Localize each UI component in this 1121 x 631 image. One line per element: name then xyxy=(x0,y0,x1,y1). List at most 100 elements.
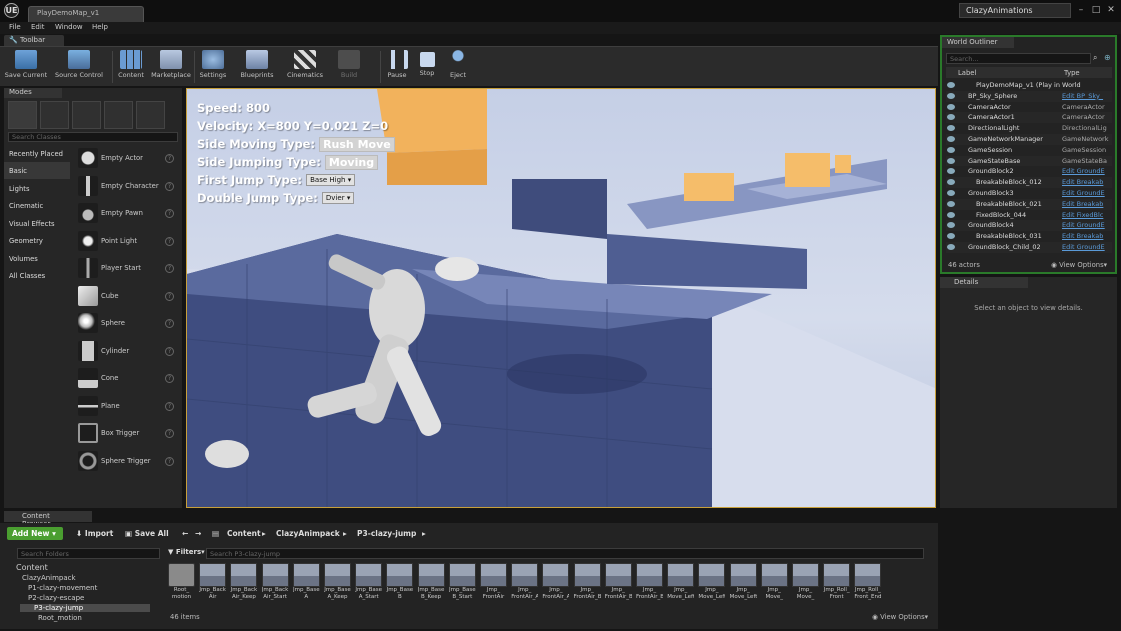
filters-button[interactable]: ▼ Filters▾ xyxy=(168,548,205,556)
category-recently-placed[interactable]: Recently Placed xyxy=(4,145,70,162)
folder-tile[interactable]: Root_ motion xyxy=(168,563,195,609)
category-geometry[interactable]: Geometry xyxy=(4,232,70,249)
animation-asset-tile[interactable]: Jmp_ Move_Left xyxy=(667,563,695,609)
place-point-light[interactable]: Point Light? xyxy=(74,228,180,255)
save-all-button[interactable]: ▣ Save All xyxy=(125,529,169,538)
eye-icon[interactable] xyxy=(947,244,955,250)
help-icon[interactable]: ? xyxy=(165,429,174,438)
column-type[interactable]: Type xyxy=(1064,69,1080,77)
outliner-row[interactable]: GroundBlock3 Edit GroundE xyxy=(946,188,1112,199)
outliner-view-options[interactable]: ◉ View Options▾ xyxy=(1051,261,1107,269)
actor-type[interactable]: Edit BP_Sky_ xyxy=(1062,92,1103,100)
pause-button[interactable]: Pause xyxy=(384,50,410,85)
animation-asset-tile[interactable]: Jmp_ FrontAir_A xyxy=(511,563,539,609)
stop-button[interactable]: Stop xyxy=(414,50,440,85)
side-jumping-button[interactable]: Moving xyxy=(324,154,379,170)
tree-p2-clazy-escape[interactable]: P2-clazy-escape xyxy=(28,594,84,602)
outliner-row[interactable]: GameSession GameSession xyxy=(946,145,1112,156)
place-player-start[interactable]: Player Start? xyxy=(74,255,180,282)
double-jump-dropdown[interactable]: Dvier ▾ xyxy=(321,192,355,204)
outliner-search-input[interactable]: Search... xyxy=(946,53,1091,64)
eye-icon[interactable] xyxy=(947,103,955,110)
first-jump-dropdown[interactable]: Base High ▾ xyxy=(306,174,356,186)
geometry-mode-icon[interactable] xyxy=(136,101,165,129)
modes-tab[interactable]: Modes xyxy=(4,88,62,98)
animation-asset-tile[interactable]: Jmp_ Move_Left xyxy=(698,563,726,609)
animation-asset-tile[interactable]: Jmp_Roll_ Front_End xyxy=(854,563,882,609)
animation-asset-tile[interactable]: Jmp_ FrontAir xyxy=(480,563,507,609)
animation-asset-tile[interactable]: Jmp_Base A_Start xyxy=(355,563,383,609)
cinematics-button[interactable]: Cinematics xyxy=(286,50,324,85)
eye-icon[interactable] xyxy=(947,211,955,218)
place-cone[interactable]: Cone? xyxy=(74,365,180,392)
animation-asset-tile[interactable]: Jmp_Base A xyxy=(292,563,320,609)
outliner-row[interactable]: GroundBlock2 Edit GroundE xyxy=(946,166,1112,177)
category-basic[interactable]: Basic xyxy=(4,162,70,179)
outliner-row[interactable]: GameNetworkManager GameNetwork xyxy=(946,134,1112,145)
asset-search-input[interactable]: Search P3-clazy-jump xyxy=(206,548,924,559)
eye-icon[interactable] xyxy=(947,168,955,175)
content-button[interactable]: Content xyxy=(116,50,146,85)
help-icon[interactable]: ? xyxy=(165,154,174,163)
place-sphere-trigger[interactable]: Sphere Trigger? xyxy=(74,448,180,475)
help-icon[interactable]: ? xyxy=(165,402,174,411)
outliner-row[interactable]: BreakableBlock_021 Edit Breakab xyxy=(946,198,1112,210)
actor-type[interactable]: Edit FixedBlc xyxy=(1062,211,1103,219)
eye-icon[interactable] xyxy=(947,179,955,186)
actor-type[interactable]: Edit Breakab xyxy=(1062,232,1103,240)
menu-file[interactable]: File xyxy=(9,23,21,31)
cb-view-options[interactable]: ◉ View Options▾ xyxy=(872,613,928,621)
breadcrumb-clazyanimpack[interactable]: ClazyAnimpack xyxy=(276,529,340,538)
eye-icon[interactable] xyxy=(947,222,955,229)
animation-asset-tile[interactable]: Jmp_Base B xyxy=(386,563,414,609)
animation-asset-tile[interactable]: Jmp_ FrontAir_A xyxy=(542,563,570,609)
outliner-row[interactable]: CameraActor CameraActor xyxy=(946,102,1112,113)
search-classes-input[interactable]: Search Classes xyxy=(8,132,178,142)
outliner-row[interactable]: GroundBlock_Child_02 Edit GroundE xyxy=(946,242,1112,253)
blueprints-button[interactable]: Blueprints xyxy=(238,50,276,85)
tree-p3-clazy-jump[interactable]: P3-clazy-jump xyxy=(20,604,150,612)
eye-icon[interactable] xyxy=(947,200,955,207)
animation-asset-tile[interactable]: Jmp_ Move_ xyxy=(792,563,819,609)
content-browser-tab[interactable]: Content Browser xyxy=(4,511,92,528)
menu-window[interactable]: Window xyxy=(55,23,83,31)
eye-icon[interactable] xyxy=(947,233,955,240)
place-sphere[interactable]: Sphere? xyxy=(74,310,180,337)
help-icon[interactable]: ? xyxy=(165,374,174,383)
settings-button[interactable]: Settings xyxy=(198,50,228,85)
add-new-button[interactable]: Add New ▾ xyxy=(7,527,63,540)
outliner-row[interactable]: BreakableBlock_012 Edit Breakab xyxy=(946,177,1112,188)
eye-icon[interactable] xyxy=(947,157,955,164)
help-icon[interactable]: ? xyxy=(165,182,174,191)
landscape-mode-icon[interactable] xyxy=(72,101,101,129)
tree-clazyanimpack[interactable]: ClazyAnimpack xyxy=(22,574,76,582)
folder-search-input[interactable]: Search Folders xyxy=(17,548,160,559)
actor-type[interactable]: Edit GroundE xyxy=(1062,243,1105,251)
category-cinematic[interactable]: Cinematic xyxy=(4,197,70,214)
actor-type[interactable]: Edit Breakab xyxy=(1062,200,1103,208)
paint-mode-icon[interactable] xyxy=(40,101,69,129)
eject-button[interactable]: Eject xyxy=(444,50,472,85)
eye-icon[interactable] xyxy=(947,82,955,88)
animation-asset-tile[interactable]: Jmp_Base B_Keep xyxy=(417,563,445,609)
help-icon[interactable]: ? xyxy=(165,237,174,246)
tree-p1-clazy-movement[interactable]: P1-clazy-movement xyxy=(28,584,97,592)
category-visual-effects[interactable]: Visual Effects xyxy=(4,215,70,232)
actor-type[interactable]: Edit Breakab xyxy=(1062,178,1103,186)
help-icon[interactable]: ? xyxy=(165,209,174,218)
animation-asset-tile[interactable]: Jmp_Roll_ Front xyxy=(823,563,851,609)
eye-icon[interactable] xyxy=(947,92,955,99)
history-back-icon[interactable]: ← xyxy=(182,529,188,538)
actor-type[interactable]: Edit GroundE xyxy=(1062,167,1105,175)
place-cube[interactable]: Cube? xyxy=(74,283,180,310)
eye-icon[interactable] xyxy=(947,146,955,153)
outliner-row[interactable]: DirectionalLight DirectionalLig xyxy=(946,123,1112,134)
breadcrumb-content[interactable]: Content xyxy=(227,529,261,538)
place-plane[interactable]: Plane? xyxy=(74,393,180,420)
maximize-icon[interactable]: □ xyxy=(1090,4,1102,16)
actor-type[interactable]: Edit GroundE xyxy=(1062,189,1105,197)
foliage-mode-icon[interactable] xyxy=(104,101,133,129)
tree-root-motion[interactable]: Root_motion xyxy=(38,614,82,622)
side-moving-button[interactable]: Rush Move xyxy=(319,136,395,152)
animation-asset-tile[interactable]: Jmp_ FrontAir_B xyxy=(573,563,601,609)
